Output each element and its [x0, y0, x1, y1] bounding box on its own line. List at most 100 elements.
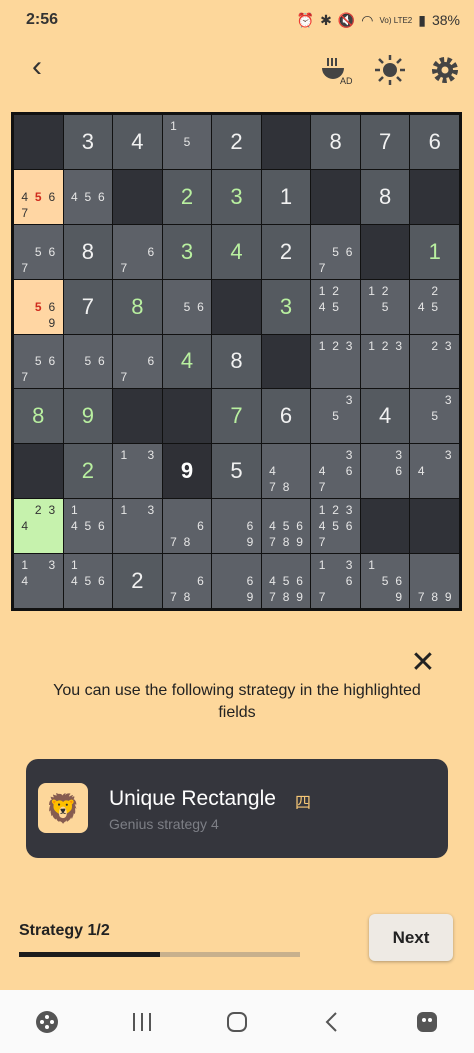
close-icon[interactable]: ✕ — [409, 648, 437, 678]
cell-r2c6[interactable]: 1 — [261, 169, 311, 224]
cell-r3c1[interactable]: 56 7 — [14, 224, 63, 279]
cell-r4c8[interactable]: 125 — [360, 279, 410, 334]
cell-r9c6[interactable]: 456 789 — [261, 554, 311, 608]
cell-r3c3[interactable]: 67 — [113, 224, 162, 279]
cell-r1c2[interactable]: 3 — [63, 115, 113, 169]
cell-r1c7[interactable]: 8 — [311, 115, 360, 169]
candidate — [392, 299, 406, 315]
gamepad-icon[interactable] — [27, 1002, 67, 1042]
cell-r4c2[interactable]: 7 — [63, 279, 113, 334]
cell-r6c7[interactable]: 35 — [311, 389, 360, 444]
back-icon[interactable]: ‹ — [22, 52, 52, 84]
cell-r3c9[interactable]: 1 — [410, 224, 459, 279]
nav-back-icon[interactable] — [312, 1002, 352, 1042]
cell-r9c3[interactable]: 2 — [113, 554, 162, 608]
cell-r3c7[interactable]: 56 7 — [311, 224, 360, 279]
cell-r5c2[interactable]: 56 — [63, 334, 113, 389]
cell-r2c2[interactable]: 456 — [63, 169, 113, 224]
ad-noodle-button[interactable]: AD — [318, 52, 354, 88]
cell-r6c1[interactable]: 8 — [14, 389, 63, 444]
cell-r1c6[interactable] — [261, 115, 311, 169]
cell-r1c4[interactable]: 15 — [162, 115, 212, 169]
cell-r9c7[interactable]: 1 36 7 — [311, 554, 360, 608]
cell-r9c9[interactable]: 789 — [410, 554, 459, 608]
cell-r5c3[interactable]: 67 — [113, 334, 162, 389]
cell-r7c6[interactable]: 478 — [261, 444, 311, 499]
cell-r7c7[interactable]: 3 4 6 7 — [311, 444, 360, 499]
cell-r4c9[interactable]: 245 — [410, 279, 459, 334]
cell-r6c6[interactable]: 6 — [261, 389, 311, 444]
cell-r8c5[interactable]: 69 — [212, 499, 261, 554]
cell-r9c1[interactable]: 1 3 4 — [14, 554, 63, 608]
cell-r2c5[interactable]: 3 — [212, 169, 261, 224]
cell-r6c9[interactable]: 35 — [410, 389, 459, 444]
cell-r3c8[interactable] — [360, 224, 410, 279]
cell-r4c7[interactable]: 1245 — [311, 279, 360, 334]
cell-r6c2[interactable]: 9 — [63, 389, 113, 444]
cell-value: 3 — [279, 293, 293, 319]
home-icon[interactable] — [217, 1002, 257, 1042]
cell-r7c5[interactable]: 5 — [212, 444, 261, 499]
assistant-icon[interactable] — [407, 1002, 447, 1042]
cell-r6c3[interactable] — [113, 389, 162, 444]
cell-r5c5[interactable]: 8 — [212, 334, 261, 389]
cell-r1c3[interactable]: 4 — [113, 115, 162, 169]
cell-r5c4[interactable]: 4 — [162, 334, 212, 389]
cell-r8c1[interactable]: 23 4 — [14, 499, 63, 554]
candidate — [167, 502, 181, 518]
cell-r3c5[interactable]: 4 — [212, 224, 261, 279]
next-button[interactable]: Next — [369, 914, 453, 961]
cell-r2c8[interactable]: 8 — [360, 169, 410, 224]
candidate — [365, 369, 379, 385]
cell-r4c4[interactable]: 56 — [162, 279, 212, 334]
cell-r4c5[interactable] — [212, 279, 261, 334]
cell-r5c7[interactable]: 123 — [311, 334, 360, 389]
cell-r8c7[interactable]: 123 456 7 — [311, 499, 360, 554]
cell-r4c3[interactable]: 8 — [113, 279, 162, 334]
cell-r1c8[interactable]: 7 — [360, 115, 410, 169]
cell-r8c2[interactable]: 1456 — [63, 499, 113, 554]
cell-r1c9[interactable]: 6 — [410, 115, 459, 169]
cell-r2c7[interactable] — [311, 169, 360, 224]
cell-r6c5[interactable]: 7 — [212, 389, 261, 444]
cell-r7c2[interactable]: 2 — [63, 444, 113, 499]
cell-r8c4[interactable]: 6 78 — [162, 499, 212, 554]
cell-r5c9[interactable]: 23 — [410, 334, 459, 389]
cell-r9c8[interactable]: 1569 — [360, 554, 410, 608]
cell-r9c2[interactable]: 1456 — [63, 554, 113, 608]
cell-r4c6[interactable]: 3 — [261, 279, 311, 334]
cell-r8c6[interactable]: 456 789 — [261, 499, 311, 554]
cell-r3c6[interactable]: 2 — [261, 224, 311, 279]
cell-r7c9[interactable]: 34 — [410, 444, 459, 499]
cell-r3c4[interactable]: 3 — [162, 224, 212, 279]
cell-r7c4[interactable]: 9 — [162, 444, 212, 499]
cell-r7c8[interactable]: 36 — [360, 444, 410, 499]
cell-r2c9[interactable] — [410, 169, 459, 224]
cell-r2c4[interactable]: 2 — [162, 169, 212, 224]
cell-r1c1[interactable] — [14, 115, 63, 169]
cell-r9c5[interactable]: 69 — [212, 554, 261, 608]
cell-r9c4[interactable]: 6 78 — [162, 554, 212, 608]
cell-r5c8[interactable]: 123 — [360, 334, 410, 389]
cell-r6c8[interactable]: 4 — [360, 389, 410, 444]
cell-r5c1[interactable]: 56 7 — [14, 334, 63, 389]
cell-r3c2[interactable]: 8 — [63, 224, 113, 279]
cell-r7c1[interactable] — [14, 444, 63, 499]
cell-r2c1[interactable]: 456 7 — [14, 169, 63, 224]
recents-icon[interactable] — [122, 1002, 162, 1042]
brightness-button[interactable] — [372, 52, 408, 88]
settings-button[interactable] — [427, 52, 463, 88]
cell-r6c4[interactable] — [162, 389, 212, 444]
cell-r1c5[interactable]: 2 — [212, 115, 261, 169]
candidate — [180, 557, 194, 573]
cell-r8c3[interactable]: 13 — [113, 499, 162, 554]
cell-r8c8[interactable] — [360, 499, 410, 554]
cell-r4c1[interactable]: 569 — [14, 279, 63, 334]
cell-r2c3[interactable] — [113, 169, 162, 224]
candidate — [144, 518, 158, 534]
candidate — [95, 205, 109, 221]
candidate — [329, 315, 343, 331]
cell-r7c3[interactable]: 13 — [113, 444, 162, 499]
cell-r5c6[interactable] — [261, 334, 311, 389]
cell-r8c9[interactable] — [410, 499, 459, 554]
